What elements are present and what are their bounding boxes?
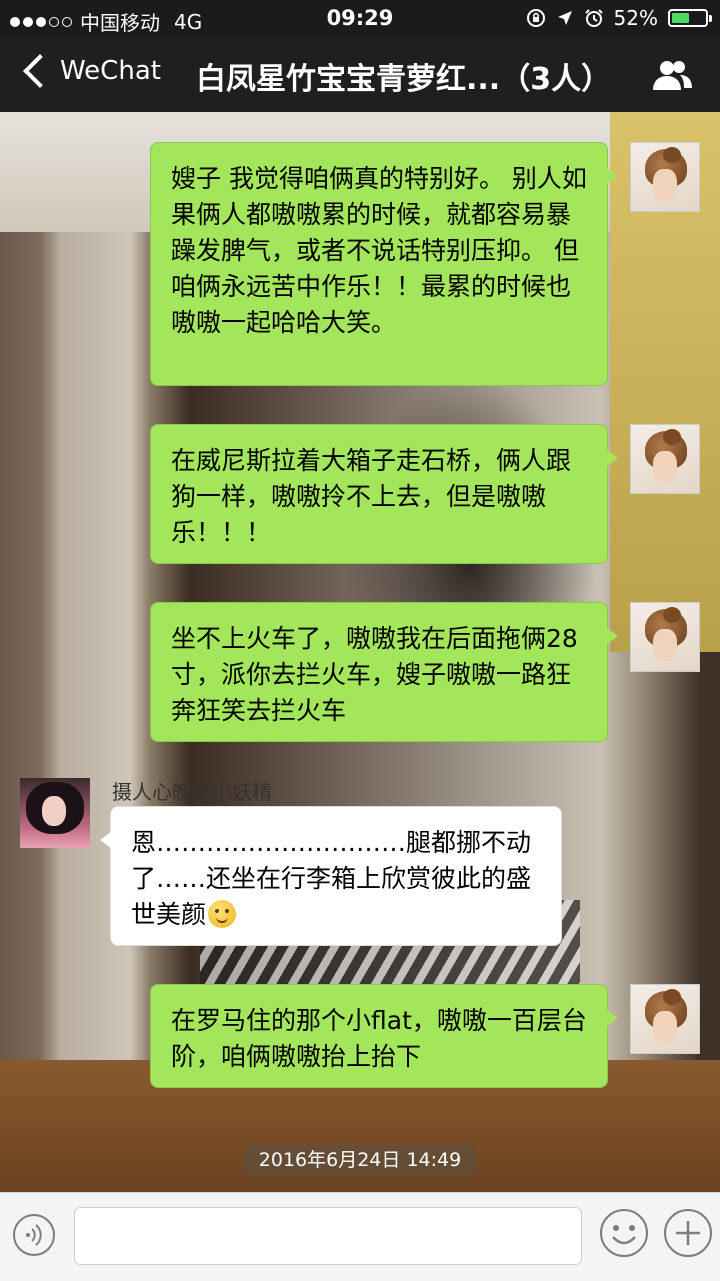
message-timestamp: 2016年6月24日 14:49 xyxy=(244,1145,476,1175)
chat-title: 白凤星竹宝宝青萝红...（3人） xyxy=(196,62,612,97)
my-avatar[interactable] xyxy=(630,602,700,672)
back-label: WeChat xyxy=(60,56,161,86)
location-arrow-icon xyxy=(557,11,572,25)
chat-input-bar xyxy=(0,1192,720,1281)
smiling-face-emoji xyxy=(208,900,237,928)
incoming-message-bubble[interactable]: 恩…………………………腿都挪不动了……还坐在行李箱上欣赏彼此的盛世美颜 xyxy=(100,806,562,946)
outgoing-message-bubble[interactable]: 在罗马住的那个小flat，嗷嗷一百层台阶，咱俩嗷嗷抬上抬下 xyxy=(150,984,618,1088)
back-button[interactable]: WeChat xyxy=(22,54,161,88)
back-chevron-icon xyxy=(23,54,57,88)
my-avatar[interactable] xyxy=(630,984,700,1054)
battery-percent: 52% xyxy=(613,6,658,30)
my-avatar[interactable] xyxy=(630,424,700,494)
contacts-icon[interactable] xyxy=(650,58,694,92)
outgoing-message-bubble[interactable]: 在威尼斯拉着大箱子走石桥，俩人跟狗一样，嗷嗷拎不上去，但是嗷嗷乐！！！ xyxy=(150,424,618,564)
sender-avatar[interactable] xyxy=(20,778,90,848)
my-avatar[interactable] xyxy=(630,142,700,212)
emoji-icon[interactable] xyxy=(598,1207,650,1259)
sender-name: 摄人心魄的小妖精 xyxy=(112,780,272,804)
status-right: 52% xyxy=(526,6,712,30)
lock-rotation-icon xyxy=(526,9,545,27)
navigation-bar: WeChat 白凤星竹宝宝青萝红...（3人） xyxy=(0,38,720,112)
voice-icon[interactable] xyxy=(12,1213,56,1257)
plus-icon[interactable] xyxy=(662,1207,714,1259)
outgoing-message-bubble[interactable]: 嫂子 我觉得咱俩真的特别好。 别人如果俩人都嗷嗷累的时候，就都容易暴躁发脾气，或… xyxy=(150,142,618,386)
message-input[interactable] xyxy=(74,1207,582,1265)
status-bar: 中国移动 4G 09:29 52% xyxy=(0,0,720,38)
battery-icon xyxy=(668,9,712,27)
alarm-icon xyxy=(584,9,603,27)
incoming-message-text: 恩…………………………腿都挪不动了……还坐在行李箱上欣赏彼此的盛世美颜 xyxy=(131,828,532,929)
outgoing-message-bubble[interactable]: 坐不上火车了，嗷嗷我在后面拖俩28寸，派你去拦火车，嫂子嗷嗷一路狂奔狂笑去拦火车 xyxy=(150,602,618,742)
